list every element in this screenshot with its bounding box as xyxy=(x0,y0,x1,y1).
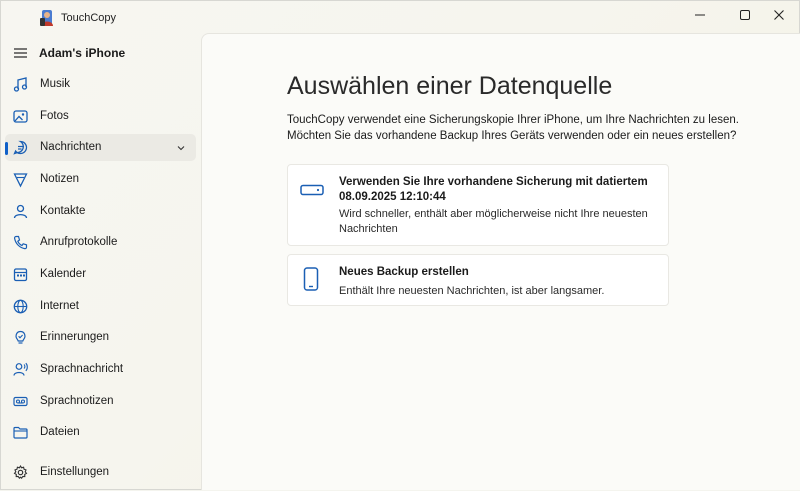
voice-memo-icon xyxy=(13,396,28,407)
hard-drive-icon xyxy=(300,184,324,196)
sidebar-item-kalender[interactable]: Kalender xyxy=(5,261,196,288)
app-title: TouchCopy xyxy=(61,12,117,24)
close-icon xyxy=(774,10,784,20)
app-window: TouchCopy Adam's iPhone Musik Fotos Nach… xyxy=(0,0,800,490)
sidebar-item-label: Kalender xyxy=(40,268,87,280)
active-indicator xyxy=(5,142,8,155)
voicemail-icon xyxy=(13,362,28,376)
new-backup-option[interactable]: Neues Backup erstellen Enthält Ihre neue… xyxy=(287,254,669,306)
music-icon xyxy=(13,77,28,92)
sidebar-item-musik[interactable]: Musik xyxy=(5,71,196,98)
messages-icon xyxy=(13,140,28,155)
calendar-icon xyxy=(13,268,28,282)
use-existing-backup-option[interactable]: Verwenden Sie Ihre vorhandene Sicherung … xyxy=(287,164,669,246)
sidebar-item-label: Musik xyxy=(40,78,71,90)
sidebar-item-label: Dateien xyxy=(40,426,80,438)
sidebar-item-notizen[interactable]: Notizen xyxy=(5,166,196,193)
globe-icon xyxy=(13,299,28,314)
sidebar-item-dateien[interactable]: Dateien xyxy=(5,419,196,446)
device-name: Adam's iPhone xyxy=(39,46,126,60)
sidebar-item-label: Fotos xyxy=(40,110,69,122)
smartphone-icon xyxy=(303,267,319,291)
page-description: TouchCopy verwendet eine Sicherungskopie… xyxy=(287,114,739,142)
sidebar-item-nachrichten[interactable]: Nachrichten xyxy=(5,134,196,161)
notes-icon xyxy=(13,173,28,188)
option-subtitle: Wird schneller, enthält aber möglicherwe… xyxy=(339,208,648,235)
sidebar-item-internet[interactable]: Internet xyxy=(5,293,196,320)
photos-icon xyxy=(13,110,28,123)
sidebar-item-label: Notizen xyxy=(40,173,79,185)
chevron-down-icon[interactable] xyxy=(176,143,186,153)
title-bar[interactable]: TouchCopy xyxy=(1,1,800,33)
sidebar-item-label: Nachrichten xyxy=(40,141,102,153)
app-logo-icon xyxy=(40,10,53,26)
phone-icon xyxy=(13,235,28,250)
sidebar-item-label: Sprachnotizen xyxy=(40,395,114,407)
option-title: Verwenden Sie Ihre vorhandene Sicherung … xyxy=(339,176,648,203)
sidebar-item-label: Erinnerungen xyxy=(40,331,110,343)
sidebar-item-einstellungen[interactable]: Einstellungen xyxy=(5,459,196,486)
hamburger-menu-icon[interactable] xyxy=(11,45,31,61)
gear-icon xyxy=(13,464,28,480)
main-content: Auswählen einer Datenquelle TouchCopy ve… xyxy=(201,33,800,490)
option-subtitle: Enthält Ihre neuesten Nachrichten, ist a… xyxy=(339,285,605,297)
sidebar: Adam's iPhone Musik Fotos Nachrichten No… xyxy=(1,33,201,491)
sidebar-item-sprachnachricht[interactable]: Sprachnachricht xyxy=(5,356,196,383)
sidebar-item-erinnerungen[interactable]: Erinnerungen xyxy=(5,324,196,351)
sidebar-item-anrufprotokolle[interactable]: Anrufprotokolle xyxy=(5,229,196,256)
sidebar-item-label: Kontakte xyxy=(40,205,86,217)
sidebar-item-label: Internet xyxy=(40,300,79,312)
minimize-button[interactable] xyxy=(677,1,723,29)
reminders-icon xyxy=(15,330,26,344)
sidebar-item-sprachnotizen[interactable]: Sprachnotizen xyxy=(5,388,196,415)
maximize-icon xyxy=(740,10,750,20)
sidebar-item-fotos[interactable]: Fotos xyxy=(5,103,196,130)
settings-label: Einstellungen xyxy=(40,466,110,478)
option-title: Neues Backup erstellen xyxy=(339,266,469,278)
page-title: Auswählen einer Datenquelle xyxy=(287,72,613,100)
sidebar-item-label: Anrufprotokolle xyxy=(40,236,118,248)
close-button[interactable] xyxy=(756,1,800,29)
minimize-icon xyxy=(695,14,705,16)
sidebar-item-label: Sprachnachricht xyxy=(40,363,124,375)
sidebar-item-kontakte[interactable]: Kontakte xyxy=(5,198,196,225)
folder-icon xyxy=(13,426,28,439)
contacts-icon xyxy=(13,204,28,219)
